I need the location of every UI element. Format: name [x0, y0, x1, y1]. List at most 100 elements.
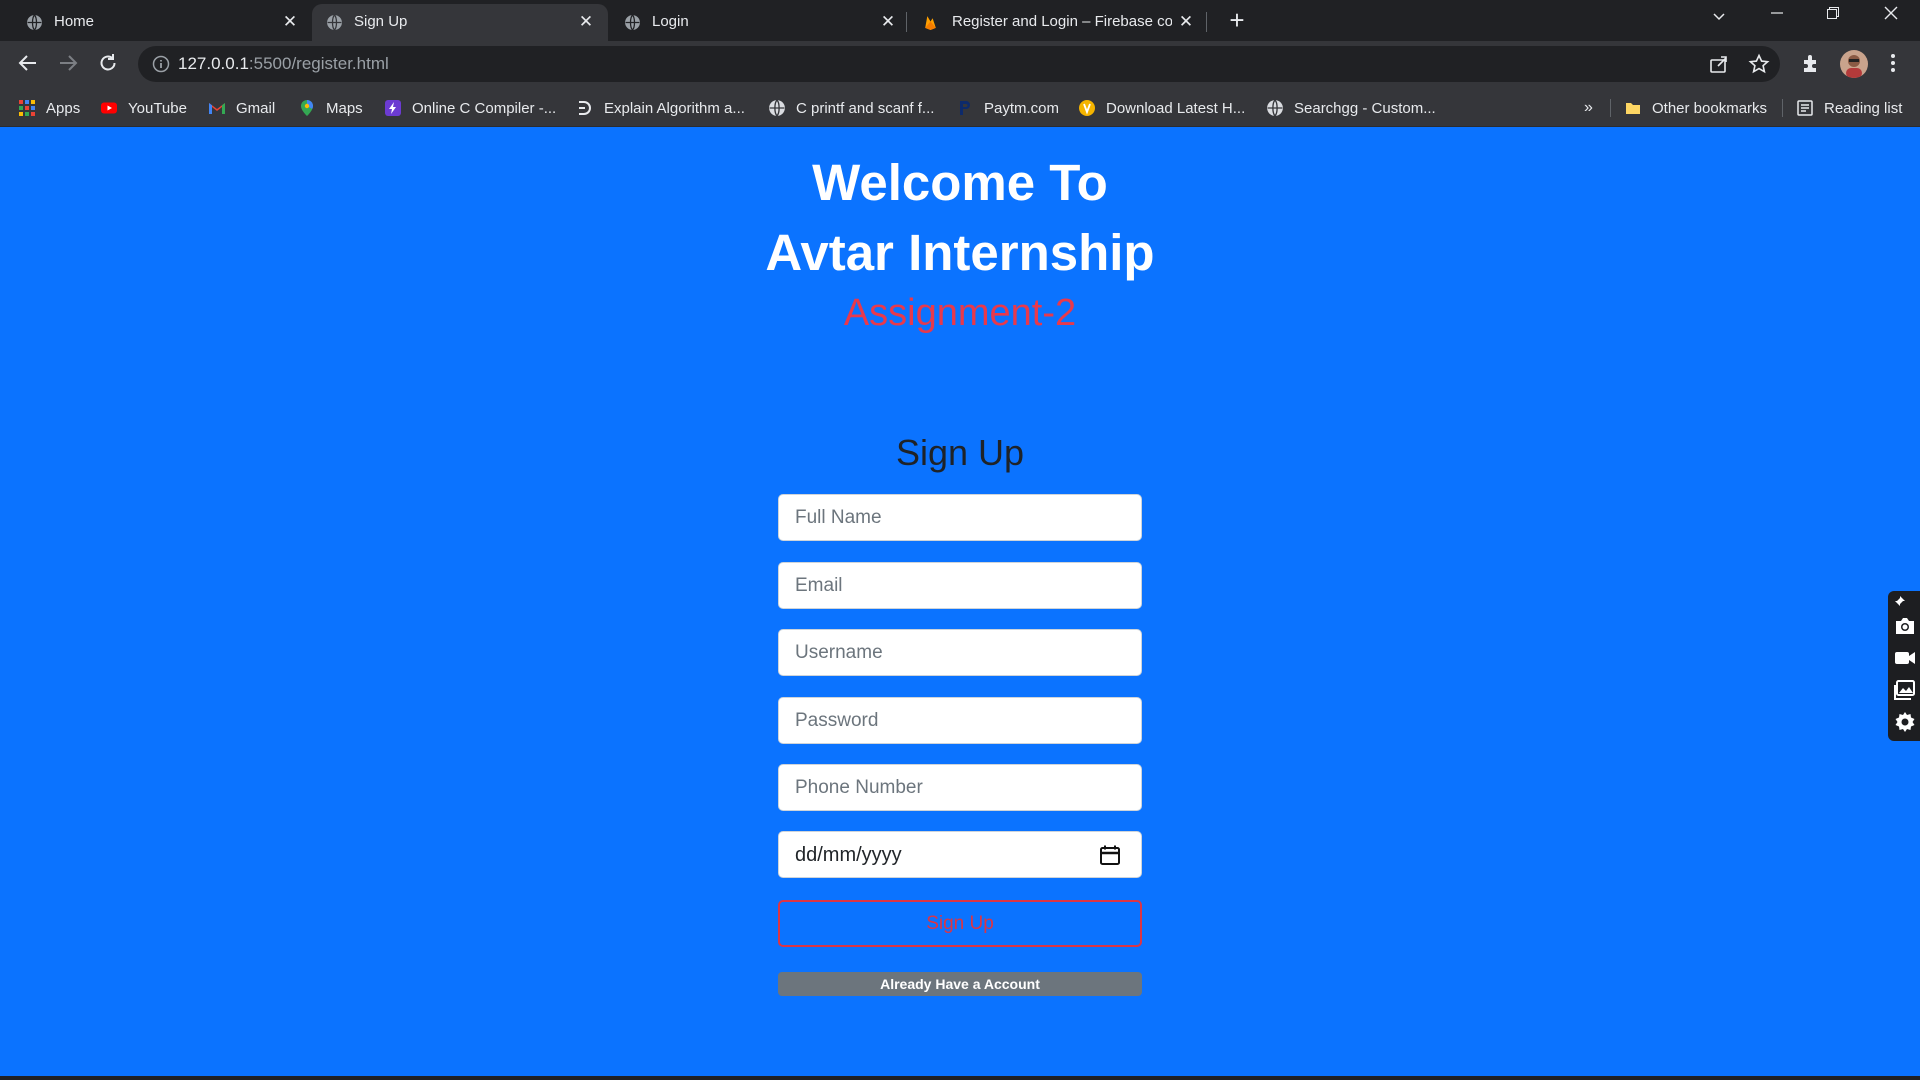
username-input[interactable]: [779, 630, 1141, 675]
close-icon[interactable]: ✕: [1176, 12, 1196, 32]
tab-strip: Home ✕ Sign Up ✕ Login ✕ Register and Lo…: [0, 0, 1920, 41]
bookmark-label: Maps: [326, 99, 363, 117]
tab-title: Home: [54, 13, 95, 30]
bookmark-c-printf[interactable]: C printf and scanf f...: [768, 97, 934, 119]
algorithm-icon: [579, 101, 591, 115]
bookmark-label: Paytm.com: [984, 99, 1060, 117]
email-input[interactable]: [779, 563, 1141, 608]
tab-title: Sign Up: [354, 13, 408, 30]
gallery-icon[interactable]: [1894, 679, 1916, 701]
tab-firebase[interactable]: Register and Login – Firebase cor ✕: [908, 4, 1208, 41]
restore-icon[interactable]: [1818, 6, 1848, 34]
tab-sign-up[interactable]: Sign Up ✕: [312, 4, 608, 41]
tab-title: Login: [652, 13, 689, 30]
full-name-field[interactable]: [778, 494, 1142, 541]
bookmark-label: Searchgg - Custom...: [1294, 99, 1436, 117]
assignment-subtitle: Assignment-2: [843, 292, 1077, 334]
bookmark-explain-algorithm[interactable]: Explain Algorithm a...: [576, 97, 745, 119]
reload-icon[interactable]: [94, 52, 122, 78]
globe-icon: [769, 99, 785, 117]
window-close-icon[interactable]: [1876, 4, 1906, 32]
address-bar[interactable]: 127.0.0.1:5500/register.html: [138, 46, 1780, 82]
bookmark-label: Gmail: [236, 99, 276, 117]
browser-toolbar: 127.0.0.1:5500/register.html: [0, 41, 1920, 89]
camera-icon[interactable]: [1894, 615, 1916, 637]
password-field[interactable]: [778, 697, 1142, 744]
compiler-icon: [385, 100, 401, 116]
gear-icon[interactable]: [1894, 711, 1916, 733]
internship-line: Avtar Internship: [765, 224, 1155, 281]
bookmark-label: Apps: [46, 99, 81, 117]
already-have-account-button[interactable]: Already Have a Account: [778, 972, 1142, 996]
sign-up-button[interactable]: Sign Up: [778, 900, 1142, 947]
username-field[interactable]: [778, 629, 1142, 676]
extensions-icon[interactable]: [1798, 52, 1824, 78]
bookmark-label: C printf and scanf f...: [796, 99, 935, 117]
url-path: :5500/register.html: [248, 54, 389, 73]
pin-icon[interactable]: [1894, 595, 1906, 607]
more-bookmarks-button[interactable]: »: [1584, 97, 1593, 119]
tab-search-chevron-icon[interactable]: [1704, 8, 1734, 36]
share-icon[interactable]: [1708, 53, 1730, 75]
full-name-input[interactable]: [779, 495, 1141, 540]
download-site-icon: [1079, 100, 1095, 116]
tab-title: Register and Login – Firebase cor: [952, 13, 1172, 30]
back-icon[interactable]: [14, 52, 42, 78]
bookmark-download-latest[interactable]: Download Latest H...: [1078, 97, 1245, 119]
kebab-menu-icon[interactable]: [1880, 52, 1906, 78]
bookmark-youtube[interactable]: YouTube: [100, 97, 187, 119]
tab-home[interactable]: Home ✕: [0, 4, 304, 41]
info-icon[interactable]: [152, 55, 170, 73]
bookmarks-bar: Apps YouTube Gmail Maps Online C Compile…: [0, 89, 1920, 127]
calendar-icon[interactable]: [1099, 844, 1121, 866]
tab-separator: [906, 12, 907, 32]
new-tab-button[interactable]: +: [1222, 7, 1252, 35]
bookmark-divider: [1610, 99, 1611, 117]
form-title: Sign Up: [895, 432, 1025, 473]
other-bookmarks-label: Other bookmarks: [1652, 99, 1768, 117]
bookmark-divider: [1782, 99, 1783, 117]
forward-icon[interactable]: [54, 52, 82, 78]
tab-separator: [1206, 12, 1207, 32]
paytm-icon: [960, 101, 970, 115]
tab-login[interactable]: Login ✕: [612, 4, 902, 41]
globe-icon: [625, 14, 640, 31]
video-camera-icon[interactable]: [1894, 647, 1916, 669]
bookmark-maps[interactable]: Maps: [298, 97, 363, 119]
bookmark-paytm[interactable]: Paytm.com: [956, 97, 1059, 119]
email-field[interactable]: [778, 562, 1142, 609]
close-icon[interactable]: ✕: [576, 12, 596, 32]
page-heading: Welcome To Avtar Internship: [660, 148, 1260, 288]
bookmark-label: Download Latest H...: [1106, 99, 1246, 117]
reading-list-label: Reading list: [1824, 99, 1903, 117]
reading-list-button[interactable]: Reading list: [1796, 97, 1902, 119]
phone-input[interactable]: [779, 765, 1141, 810]
date-field[interactable]: dd/mm/yyyy: [778, 831, 1142, 878]
star-icon[interactable]: [1748, 53, 1770, 75]
maps-icon: [301, 100, 313, 116]
bookmark-online-c-compiler[interactable]: Online C Compiler -...: [384, 97, 556, 119]
avatar[interactable]: [1840, 50, 1868, 78]
firebase-icon: [925, 16, 936, 30]
bookmark-label: Online C Compiler -...: [412, 99, 557, 117]
minimize-icon[interactable]: [1762, 6, 1792, 34]
bookmark-label: YouTube: [128, 99, 187, 117]
globe-icon: [27, 14, 42, 31]
phone-field[interactable]: [778, 764, 1142, 811]
apps-grid-icon: [19, 100, 35, 116]
date-input[interactable]: dd/mm/yyyy: [795, 844, 902, 867]
other-bookmarks-button[interactable]: Other bookmarks: [1624, 97, 1767, 119]
bookmark-searchgg[interactable]: Searchgg - Custom...: [1266, 97, 1436, 119]
gmail-icon: [209, 103, 225, 114]
globe-icon: [327, 14, 342, 31]
password-input[interactable]: [779, 698, 1141, 743]
bookmark-apps[interactable]: Apps: [18, 97, 80, 119]
page-content: Welcome To Avtar Internship Assignment-2…: [0, 128, 1920, 1076]
close-icon[interactable]: ✕: [878, 12, 898, 32]
close-icon[interactable]: ✕: [280, 12, 300, 32]
bookmark-gmail[interactable]: Gmail: [208, 97, 275, 119]
globe-icon: [1267, 99, 1283, 117]
bookmark-label: Explain Algorithm a...: [604, 99, 745, 117]
folder-icon: [1626, 103, 1640, 114]
taskbar-edge: [0, 1076, 1920, 1080]
